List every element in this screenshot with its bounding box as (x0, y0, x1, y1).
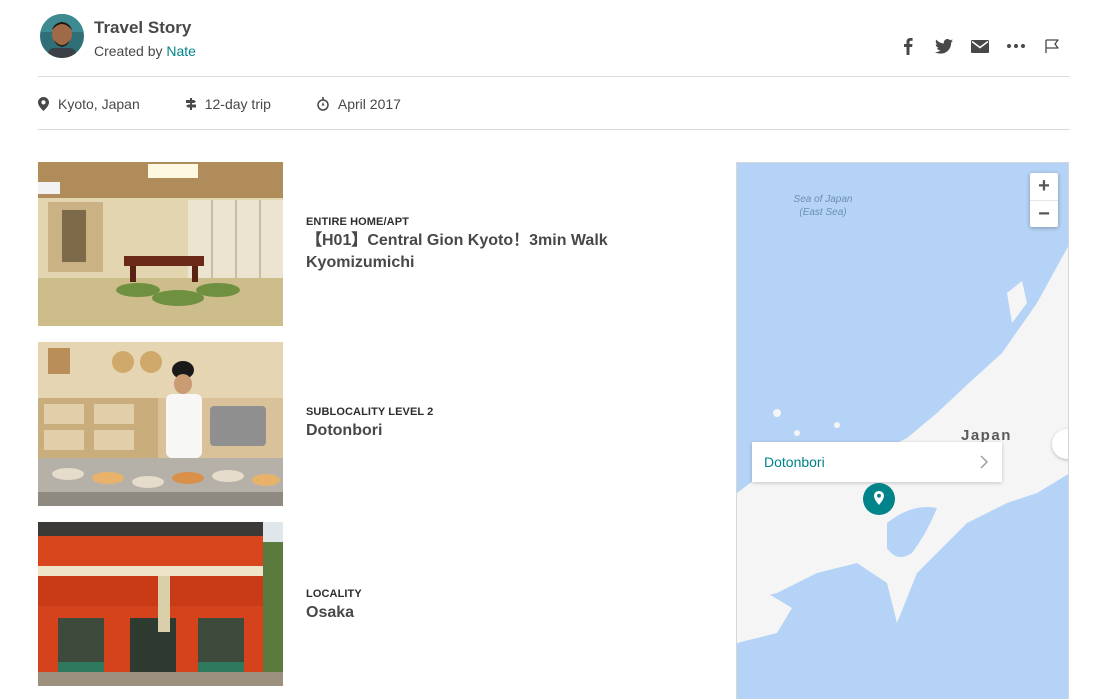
story-title: Travel Story (94, 18, 192, 37)
item-info: SUBLOCALITY LEVEL 2 Dotonbori (306, 406, 636, 442)
item-info: LOCALITY Osaka (306, 588, 636, 624)
title-block: Travel Story Created by Nate (94, 18, 196, 59)
sea-label: Sea of Japan (East Sea) (793, 194, 853, 218)
location-text: Kyoto, Japan (58, 96, 140, 112)
zoom-in-button[interactable]: + (1030, 173, 1058, 200)
meta-duration: 12-day trip (185, 96, 271, 112)
duration-text: 12-day trip (204, 96, 271, 112)
meta-location: Kyoto, Japan (38, 96, 140, 112)
item-kicker: SUBLOCALITY LEVEL 2 (306, 406, 434, 418)
listing-photo[interactable] (38, 342, 283, 506)
listing-photo[interactable] (38, 162, 283, 326)
meta-divider (38, 129, 1070, 130)
date-text: April 2017 (337, 96, 401, 112)
item-title[interactable]: Osaka (306, 602, 636, 624)
map-popup[interactable]: Dotonbori (752, 442, 1002, 482)
created-by-prefix: Created by (94, 43, 167, 59)
list-item[interactable]: SUBLOCALITY LEVEL 2 Dotonbori (38, 342, 698, 506)
twitter-icon[interactable] (926, 34, 962, 58)
map-land (737, 246, 1068, 643)
trip-meta: Kyoto, Japan 12-day trip April 2017 (38, 92, 447, 116)
email-icon[interactable] (962, 34, 998, 58)
signpost-icon (185, 98, 196, 110)
popup-label[interactable]: Dotonbori (764, 454, 825, 470)
author-link[interactable]: Nate (166, 43, 196, 59)
flag-icon[interactable] (1034, 34, 1070, 58)
chevron-right-icon (980, 455, 988, 469)
item-kicker: ENTIRE HOME/APT (306, 216, 409, 228)
item-kicker: LOCALITY (306, 588, 362, 600)
more-icon[interactable] (998, 34, 1034, 58)
list-item[interactable]: ENTIRE HOME/APT 【H01】Central Gion Kyoto！… (38, 162, 698, 326)
map-pin[interactable] (863, 483, 895, 520)
listing-photo[interactable] (38, 522, 283, 686)
item-title[interactable]: 【H01】Central Gion Kyoto！3min Walk Kyomiz… (306, 230, 636, 274)
item-title[interactable]: Dotonbori (306, 420, 636, 442)
zoom-out-button[interactable]: − (1030, 200, 1058, 227)
created-by: Created by Nate (94, 43, 196, 59)
item-info: ENTIRE HOME/APT 【H01】Central Gion Kyoto！… (306, 216, 636, 274)
compass-icon (317, 97, 329, 111)
meta-date: April 2017 (317, 96, 401, 112)
facebook-icon[interactable] (890, 34, 926, 58)
story-header: Travel Story Created by Nate (38, 12, 1070, 76)
share-toolbar (890, 34, 1070, 58)
avatar[interactable] (40, 14, 84, 58)
location-pin-icon (38, 97, 49, 111)
zoom-controls: + − (1030, 173, 1058, 227)
map[interactable]: Sea of Japan (East Sea) Japan + − Dotonbo… (736, 162, 1069, 699)
list-item[interactable]: LOCALITY Osaka (38, 522, 698, 686)
header-divider (38, 76, 1070, 77)
